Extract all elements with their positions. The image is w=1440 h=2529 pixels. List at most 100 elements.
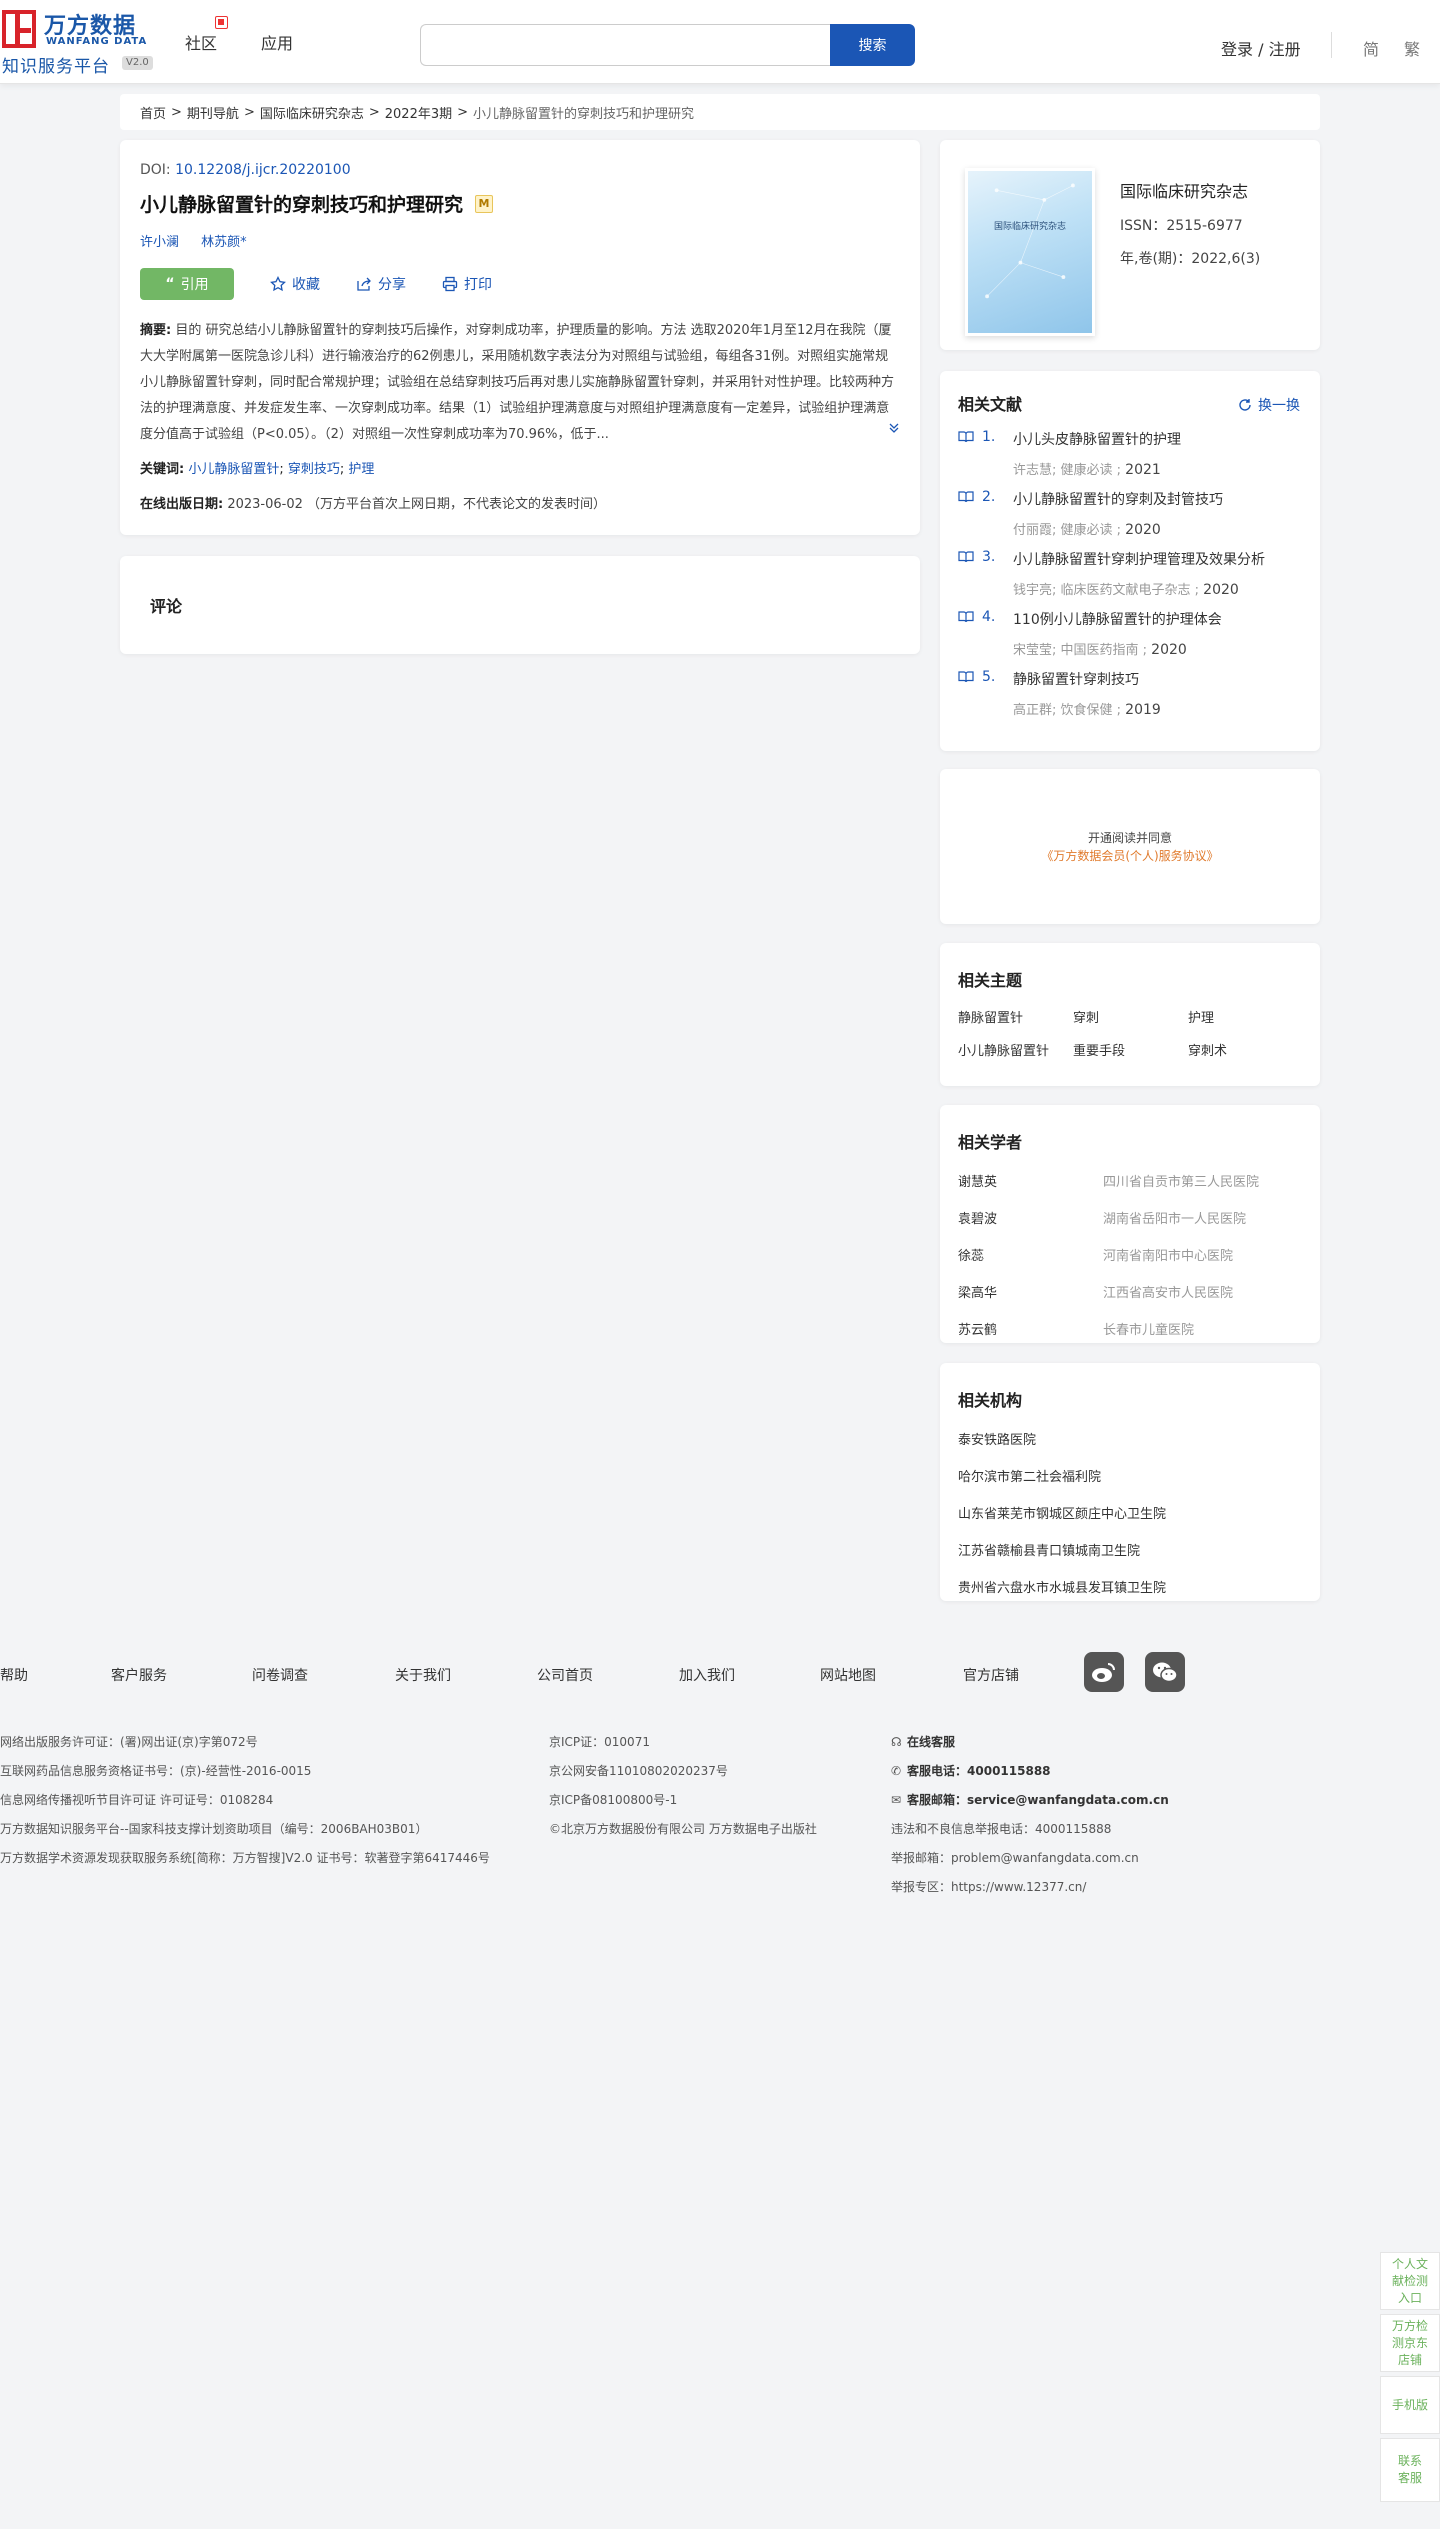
scholar-org[interactable]: 湖南省岳阳市一人民医院 (1103, 1208, 1246, 1227)
org-link[interactable]: 贵州省六盘水市水城县发耳镇卫生院 (958, 1577, 1302, 1596)
pubdate-row: 在线出版日期: 2023-06-02 （万方平台首次上网日期，不代表论文的发表时… (140, 493, 900, 512)
topic-link[interactable]: 小儿静脉留置针 (958, 1040, 1073, 1059)
mail-icon: ✉ (891, 1793, 902, 1807)
doi-link[interactable]: 10.12208/j.ijcr.20220100 (175, 162, 351, 178)
topic-grid: 静脉留置针 穿刺 护理 小儿静脉留置针 重要手段 穿刺术 (958, 1007, 1302, 1059)
related-title-link[interactable]: 静脉留置针穿刺技巧 (1013, 669, 1139, 689)
star-icon (270, 276, 286, 292)
float-contact[interactable]: 联系客服 (1380, 2438, 1440, 2502)
org-link[interactable]: 山东省莱芜市钢城区颜庄中心卫生院 (958, 1503, 1302, 1522)
wanfang-logo[interactable]: 万方数据 WANFANG DATA 知识服务平台 V2.0 (0, 6, 160, 77)
report-email[interactable]: 举报邮箱：problem@wanfangdata.com.cn (891, 1844, 1169, 1873)
related-list: 1. 小儿头皮静脉留置针的护理 许志慧; 健康必读 ; 2021 2. 小儿静脉… (958, 427, 1302, 727)
related-item: 2. 小儿静脉留置针的穿刺及封管技巧 付丽霞; 健康必读 ; 2020 (958, 487, 1302, 547)
float-jd-store[interactable]: 万方检测京东店铺 (1380, 2314, 1440, 2372)
related-title-link[interactable]: 小儿静脉留置针穿刺护理管理及效果分析 (1013, 549, 1265, 569)
related-meta-text: 钱宇亮; 临床医药文献电子杂志 ; (1013, 583, 1204, 598)
scholar-org[interactable]: 长春市儿童医院 (1103, 1319, 1194, 1338)
topic-link[interactable]: 穿刺术 (1188, 1040, 1303, 1059)
footer-icp-line[interactable]: 京ICP证：010071 (549, 1728, 817, 1757)
report-phone: 违法和不良信息举报电话：4000115888 (891, 1822, 1112, 1836)
keywords-row: 关键词: 小儿静脉留置针; 穿刺技巧; 护理 (140, 462, 375, 477)
expand-chevron-icon[interactable] (886, 418, 900, 444)
float-label: 手机版 (1391, 2397, 1428, 2412)
float-mobile[interactable]: 手机版 (1380, 2376, 1440, 2434)
footer-license-line: 万方数据知识服务平台--国家科技支撑计划资助项目（编号：2006BAH03B01… (0, 1822, 428, 1836)
scholar-name[interactable]: 徐蕊 (958, 1245, 1103, 1264)
scholar-org[interactable]: 河南省南阳市中心医院 (1103, 1245, 1233, 1264)
related-title-link[interactable]: 小儿头皮静脉留置针的护理 (1013, 429, 1181, 449)
org-link[interactable]: 江苏省赣榆县青口镇城南卫生院 (958, 1540, 1302, 1559)
search-input[interactable] (420, 24, 830, 66)
topic-link[interactable]: 静脉留置针 (958, 1007, 1073, 1026)
scholar-row: 梁高华 江西省高安市人民医院 (958, 1282, 1302, 1301)
float-plagiarism-check[interactable]: 个人文献检测入口 (1380, 2252, 1440, 2310)
org-link[interactable]: 哈尔滨市第二社会福利院 (958, 1466, 1302, 1485)
related-num: 1. (982, 429, 996, 445)
journal-volume: 年,卷(期)：2022,6(3) (1120, 251, 1261, 267)
breadcrumb-home[interactable]: 首页 (140, 103, 166, 122)
search-button[interactable]: 搜索 (830, 24, 915, 66)
email-value[interactable]: service@wanfangdata.com.cn (967, 1793, 1169, 1807)
footer-link-service[interactable]: 客户服务 (111, 1665, 167, 1685)
footer-link-join[interactable]: 加入我们 (679, 1665, 735, 1685)
cover-pattern-icon (985, 183, 1075, 299)
favorite-button[interactable]: 收藏 (270, 274, 320, 294)
lang-simplified-button[interactable]: 简 (1363, 36, 1379, 60)
footer-link-survey[interactable]: 问卷调查 (252, 1665, 308, 1685)
related-year: 2019 (1125, 702, 1161, 718)
footer-icp-line[interactable]: 京ICP备08100800号-1 (549, 1786, 817, 1815)
related-item: 1. 小儿头皮静脉留置针的护理 许志慧; 健康必读 ; 2021 (958, 427, 1302, 487)
related-num: 2. (982, 489, 996, 505)
scholar-org[interactable]: 四川省自贡市第三人民医院 (1103, 1171, 1259, 1190)
login-register-link[interactable]: 登录 / 注册 (1221, 36, 1301, 60)
print-button[interactable]: 打印 (442, 274, 492, 294)
footer-link-home[interactable]: 公司首页 (537, 1665, 593, 1685)
keyword-link[interactable]: 护理 (348, 462, 374, 477)
swap-button[interactable]: 换一换 (1238, 395, 1300, 415)
footer-link-store[interactable]: 官方店铺 (963, 1665, 1019, 1685)
wechat-icon[interactable] (1145, 1652, 1185, 1692)
author-link[interactable]: 许小澜 (140, 235, 179, 250)
related-year: 2020 (1203, 582, 1239, 598)
breadcrumb-journal[interactable]: 国际临床研究杂志 (260, 103, 364, 122)
article-card: DOI: 10.12208/j.ijcr.20220100 小儿静脉留置针的穿刺… (120, 140, 920, 535)
online-service-link[interactable]: ☊ 在线客服 (891, 1728, 1169, 1757)
online-service-label: 在线客服 (907, 1735, 956, 1749)
lang-traditional-button[interactable]: 繁 (1404, 36, 1420, 60)
footer-license-column: 网络出版服务许可证：(署)网出证(京)字第072号 互联网药品信息服务资格证书号… (0, 1728, 490, 1873)
topic-link[interactable]: 重要手段 (1073, 1040, 1188, 1059)
author-link[interactable]: 林苏颜* (201, 235, 247, 250)
topic-link[interactable]: 护理 (1188, 1007, 1303, 1026)
scholar-name[interactable]: 梁高华 (958, 1282, 1103, 1301)
breadcrumb: 首页 > 期刊导航 > 国际临床研究杂志 > 2022年3期 > 小儿静脉留置针的穿刺技… (120, 94, 1320, 130)
related-title-link[interactable]: 小儿静脉留置针的穿刺及封管技巧 (1013, 489, 1223, 509)
report-site[interactable]: 举报专区：https://www.12377.cn/ (891, 1873, 1169, 1902)
footer-link-sitemap[interactable]: 网站地图 (820, 1665, 876, 1685)
breadcrumb-issue[interactable]: 2022年3期 (385, 103, 452, 122)
service-agreement-link[interactable]: 《万方数据会员(个人)服务协议》 (1041, 849, 1218, 863)
footer-icp-line[interactable]: 京公网安备11010802020237号 (549, 1757, 817, 1786)
scholar-org[interactable]: 江西省高安市人民医院 (1103, 1282, 1233, 1301)
journal-cover[interactable]: 国际临床研究杂志 (965, 168, 1095, 336)
breadcrumb-journal-nav[interactable]: 期刊导航 (187, 103, 239, 122)
journal-name-link[interactable]: 国际临床研究杂志 (1120, 178, 1248, 202)
scholar-name[interactable]: 袁碧波 (958, 1208, 1103, 1227)
org-link[interactable]: 泰安铁路医院 (958, 1429, 1302, 1448)
keyword-link[interactable]: 穿刺技巧 (288, 462, 340, 477)
cite-button[interactable]: “ 引用 (140, 268, 234, 300)
keyword-link[interactable]: 小儿静脉留置针 (188, 462, 279, 477)
related-meta-text: 付丽霞; 健康必读 ; (1013, 523, 1126, 538)
scholar-name[interactable]: 谢慧英 (958, 1171, 1103, 1190)
phone-icon: ✆ (891, 1764, 902, 1778)
footer-link-about[interactable]: 关于我们 (395, 1665, 451, 1685)
scholar-name[interactable]: 苏云鹤 (958, 1319, 1103, 1338)
footer-link-help[interactable]: 帮助 (0, 1665, 28, 1685)
weibo-icon[interactable] (1084, 1652, 1124, 1692)
nav-community[interactable]: 社区 (185, 30, 217, 54)
related-title-link[interactable]: 110例小儿静脉留置针的护理体会 (1013, 609, 1222, 629)
nav-apps[interactable]: 应用 (261, 30, 293, 54)
share-button[interactable]: 分享 (356, 274, 406, 294)
topic-link[interactable]: 穿刺 (1073, 1007, 1188, 1026)
abstract: 摘要: 目的 研究总结小儿静脉留置针的穿刺技巧后操作，对穿刺成功率，护理质量的影… (140, 318, 900, 448)
